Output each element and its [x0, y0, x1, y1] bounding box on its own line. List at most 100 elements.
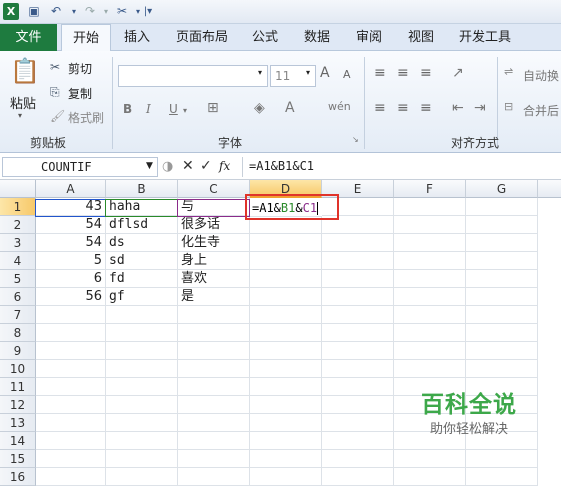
paste-dropdown-icon[interactable]: ▾: [18, 111, 22, 120]
cell-b11[interactable]: [106, 378, 178, 396]
cell-g5[interactable]: [466, 270, 538, 288]
cell-f7[interactable]: [394, 306, 466, 324]
cell-a9[interactable]: [36, 342, 106, 360]
cell-d5[interactable]: [250, 270, 322, 288]
tab-home[interactable]: 开始: [61, 24, 111, 52]
row-header-1[interactable]: 1: [0, 198, 36, 216]
cell-a5[interactable]: 6: [36, 270, 106, 288]
borders-icon[interactable]: ⊞: [207, 100, 219, 116]
cell-b13[interactable]: [106, 414, 178, 432]
cell-f5[interactable]: [394, 270, 466, 288]
align-center-icon[interactable]: ≡: [397, 100, 409, 116]
cell-e16[interactable]: [322, 468, 394, 486]
save-icon[interactable]: ▣: [26, 3, 42, 20]
cell-d11[interactable]: [250, 378, 322, 396]
cell-e7[interactable]: [322, 306, 394, 324]
cell-d4[interactable]: [250, 252, 322, 270]
column-header-a[interactable]: A: [36, 180, 106, 198]
cell-c8[interactable]: [178, 324, 250, 342]
fill-color-icon[interactable]: ◈: [254, 100, 265, 116]
cell-g9[interactable]: [466, 342, 538, 360]
tab-file[interactable]: 文件: [0, 24, 57, 51]
align-right-icon[interactable]: ≡: [420, 100, 432, 116]
align-top-icon[interactable]: ≡: [374, 65, 386, 81]
cell-e14[interactable]: [322, 432, 394, 450]
cell-c12[interactable]: [178, 396, 250, 414]
cell-b2[interactable]: dflsd: [106, 216, 178, 234]
cell-c16[interactable]: [178, 468, 250, 486]
font-name-combobox[interactable]: [118, 65, 268, 87]
cell-d10[interactable]: [250, 360, 322, 378]
row-header-3[interactable]: 3: [0, 234, 36, 252]
align-left-icon[interactable]: ≡: [374, 100, 386, 116]
row-header-13[interactable]: 13: [0, 414, 36, 432]
copy-button[interactable]: 复制: [68, 85, 92, 102]
cell-a12[interactable]: [36, 396, 106, 414]
cell-c10[interactable]: [178, 360, 250, 378]
underline-dropdown-icon[interactable]: ▾: [183, 106, 187, 115]
tab-view[interactable]: 视图: [400, 24, 442, 51]
orientation-icon[interactable]: ↗: [452, 65, 464, 81]
cell-e15[interactable]: [322, 450, 394, 468]
increase-indent-icon[interactable]: ⇥: [474, 100, 486, 116]
cell-b5[interactable]: fd: [106, 270, 178, 288]
cell-b14[interactable]: [106, 432, 178, 450]
undo-dropdown-icon[interactable]: ▾: [66, 3, 82, 20]
redo-dropdown-icon[interactable]: ▾: [98, 3, 114, 20]
cell-e4[interactable]: [322, 252, 394, 270]
wrap-text-button[interactable]: 自动换: [523, 67, 559, 84]
cell-a11[interactable]: [36, 378, 106, 396]
cell-d16[interactable]: [250, 468, 322, 486]
font-color-icon[interactable]: A: [285, 100, 295, 116]
cell-c6[interactable]: 是: [178, 288, 250, 306]
cell-f10[interactable]: [394, 360, 466, 378]
cell-f6[interactable]: [394, 288, 466, 306]
cell-c9[interactable]: [178, 342, 250, 360]
column-header-g[interactable]: G: [466, 180, 538, 198]
tab-developer[interactable]: 开发工具: [454, 24, 516, 51]
cell-a16[interactable]: [36, 468, 106, 486]
cell-f4[interactable]: [394, 252, 466, 270]
cell-d7[interactable]: [250, 306, 322, 324]
copy-icon[interactable]: ⎘: [50, 85, 60, 100]
cell-g16[interactable]: [466, 468, 538, 486]
cell-c14[interactable]: [178, 432, 250, 450]
tab-review[interactable]: 审阅: [348, 24, 390, 51]
cell-g2[interactable]: [466, 216, 538, 234]
row-header-11[interactable]: 11: [0, 378, 36, 396]
cell-d13[interactable]: [250, 414, 322, 432]
row-header-16[interactable]: 16: [0, 468, 36, 486]
row-header-6[interactable]: 6: [0, 288, 36, 306]
cell-e5[interactable]: [322, 270, 394, 288]
cell-c5[interactable]: 喜欢: [178, 270, 250, 288]
redo-icon[interactable]: ↷: [82, 3, 98, 20]
excel-icon[interactable]: X: [3, 3, 19, 20]
font-dialog-launcher-icon[interactable]: ↘: [352, 135, 359, 144]
paste-icon[interactable]: 📋: [10, 57, 40, 89]
cell-d8[interactable]: [250, 324, 322, 342]
column-header-f[interactable]: F: [394, 180, 466, 198]
cell-d15[interactable]: [250, 450, 322, 468]
cell-f3[interactable]: [394, 234, 466, 252]
insert-function-button[interactable]: fx: [219, 159, 230, 173]
align-bottom-icon[interactable]: ≡: [420, 65, 432, 81]
font-size-dropdown-icon[interactable]: ▾: [306, 68, 310, 77]
cell-d14[interactable]: [250, 432, 322, 450]
cell-c13[interactable]: [178, 414, 250, 432]
undo-icon[interactable]: ↶: [48, 3, 64, 20]
merge-center-icon[interactable]: ⊟: [504, 100, 513, 113]
font-name-dropdown-icon[interactable]: ▾: [258, 68, 262, 77]
cell-a3[interactable]: 54: [36, 234, 106, 252]
cell-e9[interactable]: [322, 342, 394, 360]
cell-b4[interactable]: sd: [106, 252, 178, 270]
cell-c4[interactable]: 身上: [178, 252, 250, 270]
cell-f9[interactable]: [394, 342, 466, 360]
cell-c7[interactable]: [178, 306, 250, 324]
column-header-b[interactable]: B: [106, 180, 178, 198]
merge-center-button[interactable]: 合并后: [523, 102, 559, 119]
row-header-7[interactable]: 7: [0, 306, 36, 324]
tab-data[interactable]: 数据: [296, 24, 338, 51]
cell-b7[interactable]: [106, 306, 178, 324]
cell-d6[interactable]: [250, 288, 322, 306]
shrink-font-button[interactable]: A: [343, 68, 351, 81]
